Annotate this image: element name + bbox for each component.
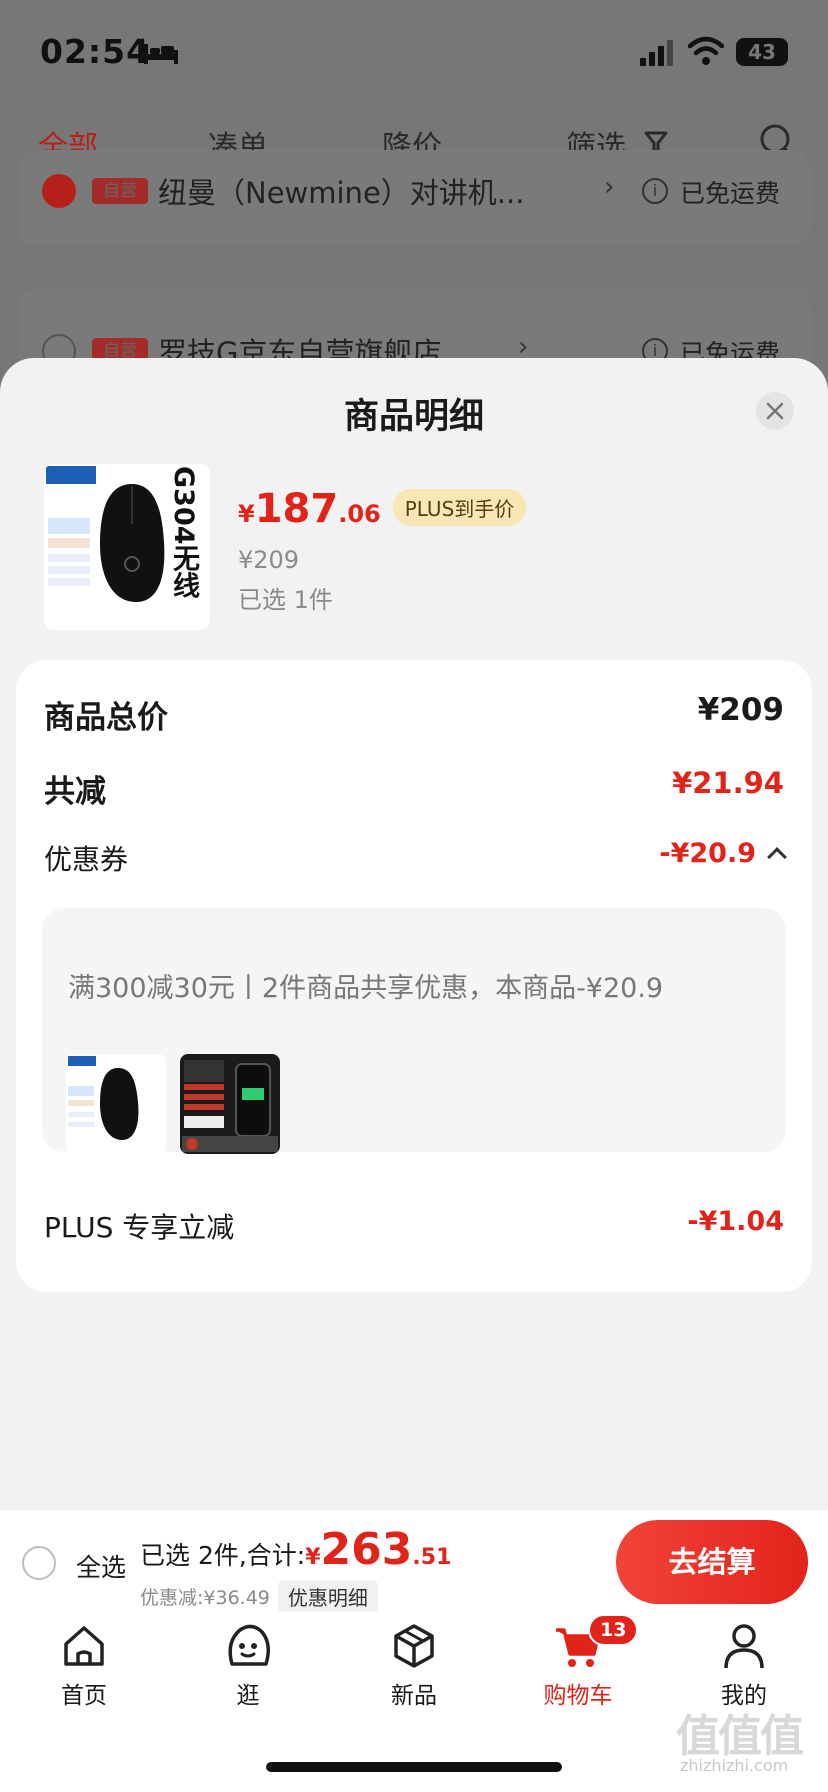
total-reduction-value: ¥21.94 xyxy=(672,766,784,800)
coupon-product-thumbnail[interactable] xyxy=(66,1054,166,1154)
total-integer: 263 xyxy=(320,1524,413,1575)
shop-name[interactable]: 纽曼（Newmine）对讲机... xyxy=(158,170,524,212)
home-indicator xyxy=(266,1762,562,1772)
tab-home[interactable]: 首页 xyxy=(24,1620,144,1710)
tab-label: 新品 xyxy=(391,1683,437,1709)
price-breakdown-card: 商品总价 ¥209 共减 ¥21.94 优惠券 -¥20.9 满300减30元丨… xyxy=(16,660,812,1292)
total-reduction-label: 共减 xyxy=(44,774,106,810)
price-currency: ¥ xyxy=(238,500,255,528)
cart-total: 已选 2件,合计: ¥ 263 .51 xyxy=(140,1524,451,1575)
tab-label: 购物车 xyxy=(543,1683,613,1709)
discount-amount: 优惠减:¥36.49 xyxy=(140,1587,270,1609)
tab-browse[interactable]: 逛 xyxy=(188,1620,308,1710)
plus-price-tag: PLUS到手价 xyxy=(392,489,527,526)
signal-icon xyxy=(640,40,673,66)
background-page: 02:54 43 全部 凑单 降价 筛选 自营 纽曼（Newmine）对讲机..… xyxy=(0,0,828,408)
coupon-detail-box: 满300减30元丨2件商品共享优惠，本商品-¥20.9 xyxy=(42,908,786,1154)
info-icon[interactable]: i xyxy=(642,178,668,204)
select-all-label[interactable]: 全选 xyxy=(76,1548,126,1584)
total-price-value: ¥209 xyxy=(697,692,784,728)
shop-checkbox[interactable] xyxy=(42,174,76,208)
coupon-value: -¥20.9 xyxy=(659,838,756,869)
selected-summary: 已选 2件,合计: xyxy=(140,1541,306,1570)
wifi-icon xyxy=(688,36,724,65)
coupon-toggle[interactable]: -¥20.9 xyxy=(659,838,787,869)
checkout-button[interactable]: 去结算 xyxy=(616,1520,808,1604)
bottom-tab-bar: 首页 逛 新品 13 购物车 我的 值值值 zhizhizhi.com xyxy=(0,1612,828,1792)
tab-new-products[interactable]: 新品 xyxy=(354,1620,474,1710)
battery-indicator: 43 xyxy=(736,38,788,66)
chevron-up-icon xyxy=(767,847,787,867)
watermark-url: zhizhizhi.com xyxy=(680,1756,789,1775)
mouse-thumbnail xyxy=(66,1054,166,1154)
product-image-caption: G304无线 xyxy=(168,466,199,599)
total-currency: ¥ xyxy=(305,1545,321,1570)
status-time: 02:54 xyxy=(40,32,151,71)
coupon-label: 优惠券 xyxy=(44,843,129,876)
discount-summary: 优惠减:¥36.49 优惠明细 xyxy=(140,1580,378,1613)
cart-count-badge: 13 xyxy=(588,1614,639,1646)
plus-discount-value: -¥1.04 xyxy=(687,1206,784,1237)
sleep-mode-icon xyxy=(144,44,178,64)
checkout-bar: 全选 已选 2件,合计: ¥ 263 .51 优惠减:¥36.49 优惠明细 去… xyxy=(0,1510,828,1613)
plus-discount-label: PLUS 专享立减 xyxy=(44,1211,235,1244)
product-price: ¥ 187 .06 PLUS到手价 xyxy=(238,486,527,536)
box-icon xyxy=(394,1624,434,1668)
walkie-talkie-thumbnail xyxy=(180,1054,280,1154)
chevron-right-icon: › xyxy=(604,172,615,202)
close-button[interactable] xyxy=(756,392,794,430)
shop-row: 自营 纽曼（Newmine）对讲机... › i 已免运费 xyxy=(0,164,828,220)
tab-profile[interactable]: 我的 xyxy=(684,1620,804,1710)
tab-cart[interactable]: 13 购物车 xyxy=(518,1614,639,1710)
home-icon xyxy=(64,1626,104,1666)
select-all-checkbox[interactable] xyxy=(22,1546,56,1580)
shipping-status: 已免运费 xyxy=(680,179,781,208)
product-detail-sheet: 商品明细 G304无线 ¥ 187 .06 PLUS到手价 ¥209 已选 1件… xyxy=(0,358,828,1510)
price-decimal: .06 xyxy=(338,500,381,528)
face-icon xyxy=(228,1624,270,1666)
total-decimal: .51 xyxy=(412,1545,452,1570)
close-icon xyxy=(766,402,784,420)
tab-label: 首页 xyxy=(61,1683,107,1709)
product-summary: G304无线 ¥ 187 .06 PLUS到手价 ¥209 已选 1件 xyxy=(44,464,804,634)
self-operated-badge: 自营 xyxy=(92,178,148,204)
discount-detail-button[interactable]: 优惠明细 xyxy=(277,1580,378,1613)
product-image[interactable]: G304无线 xyxy=(44,464,210,630)
sheet-title: 商品明细 xyxy=(343,397,484,437)
tab-label: 逛 xyxy=(236,1683,260,1709)
original-price: ¥209 xyxy=(238,546,300,574)
coupon-description: 满300减30元丨2件商品共享优惠，本商品-¥20.9 xyxy=(68,973,664,1004)
watermark: 值值值 xyxy=(676,1711,804,1762)
status-bar: 02:54 43 xyxy=(0,0,828,100)
coupon-product-thumbnail[interactable] xyxy=(180,1054,280,1154)
total-price-label: 商品总价 xyxy=(44,700,168,736)
person-icon xyxy=(724,1624,764,1669)
price-integer: 187 xyxy=(254,486,339,532)
selected-count: 已选 1件 xyxy=(238,586,333,614)
